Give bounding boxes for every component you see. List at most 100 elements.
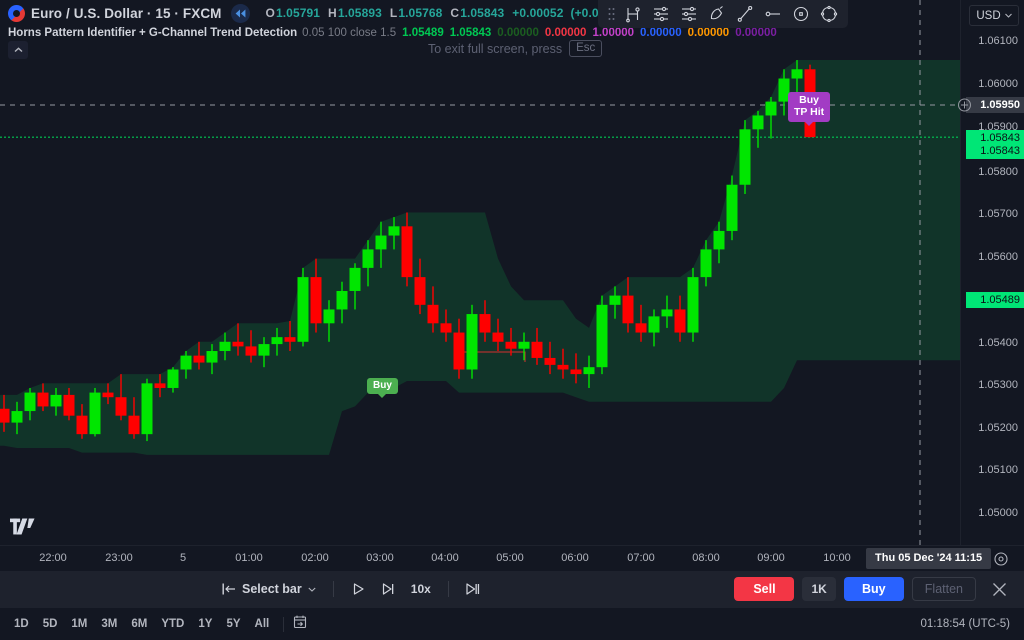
candlestick-plot <box>0 0 960 545</box>
rewind-icon[interactable] <box>230 3 250 23</box>
add-order-plus-icon[interactable] <box>958 98 971 112</box>
select-bar-icon <box>222 583 235 595</box>
sell-button[interactable]: Sell <box>734 577 795 601</box>
indicator-name[interactable]: Horns Pattern Identifier + G-Channel Tre… <box>8 27 297 39</box>
quantity-button[interactable]: 1K <box>802 577 836 601</box>
price-axis[interactable]: USD 1.06100 1.06000 1.05900 1.05800 1.05700 1… <box>958 0 1024 545</box>
indicator-value-7: 0.00000 <box>735 27 777 39</box>
jump-to-end-icon[interactable] <box>460 577 486 601</box>
floating-drawing-toolbar[interactable] <box>598 0 848 28</box>
bottom-status-bar: 1D 5D 1M 3M 6M YTD 1Y 5Y All 01:18:54 (UTC-5) <box>0 607 1024 640</box>
replay-speed-button[interactable]: 10x <box>405 579 437 599</box>
exit-fullscreen-hint: To exit full screen, press Esc <box>428 40 603 57</box>
ohlc-low-label: L <box>389 6 398 20</box>
date-range-selector: 1D 5D 1M 3M 6M YTD 1Y 5Y All <box>8 614 275 634</box>
replay-controls: Select bar 10x <box>216 577 486 601</box>
ohlc-change: +0.00052 <box>512 6 564 20</box>
range-button-1m[interactable]: 1M <box>65 614 93 634</box>
price-tick: 1.05000 <box>978 507 1018 519</box>
ohlc-open-label: O <box>265 6 275 20</box>
time-tick: 10:00 <box>823 552 851 564</box>
buy-signal-marker[interactable]: Buy <box>367 378 398 398</box>
measure-tool-icon[interactable] <box>620 1 646 27</box>
indicator-value-0: 1.05489 <box>402 27 444 39</box>
price-tick: 1.06000 <box>978 78 1018 90</box>
step-forward-icon[interactable] <box>375 577 401 601</box>
time-tick: 23:00 <box>105 552 133 564</box>
time-axis[interactable]: 22:00 23:00 5 01:00 02:00 03:00 04:00 05:00 06:0… <box>0 545 1024 571</box>
range-button-all[interactable]: All <box>249 614 276 634</box>
play-icon[interactable] <box>345 577 371 601</box>
ohlc-high-label: H <box>328 6 337 20</box>
price-tick: 1.05700 <box>978 208 1018 220</box>
drag-grip-icon[interactable] <box>604 1 618 27</box>
time-tick: 06:00 <box>561 552 589 564</box>
indicator-values: 1.05489 1.05843 0.00000 0.00000 1.00000 0.000… <box>396 27 777 39</box>
circle-target-icon[interactable] <box>788 1 814 27</box>
indicator-value-5: 0.00000 <box>640 27 682 39</box>
trend-line-icon[interactable] <box>732 1 758 27</box>
ohlc-close-label: C <box>450 6 460 20</box>
currency-label: USD <box>976 9 1001 22</box>
ohlc-high-value: 1.05893 <box>337 6 382 20</box>
settings-sliders-alt-icon[interactable] <box>676 1 702 27</box>
replay-divider <box>332 581 334 597</box>
currency-selector[interactable]: USD <box>969 5 1019 26</box>
price-tick: 1.06100 <box>978 35 1018 47</box>
range-button-ytd[interactable]: YTD <box>155 614 190 634</box>
flatten-button[interactable]: Flatten <box>911 577 976 601</box>
buy-signal-label: Buy <box>373 380 392 391</box>
range-button-6m[interactable]: 6M <box>125 614 153 634</box>
close-icon[interactable] <box>988 578 1010 600</box>
range-button-5d[interactable]: 5D <box>37 614 64 634</box>
indicator-value-4: 1.00000 <box>592 27 635 39</box>
select-bar-label: Select bar <box>242 582 302 596</box>
tp-hit-line1: Buy <box>799 94 819 106</box>
time-tick: 09:00 <box>757 552 785 564</box>
price-badge-current: 1.05843 <box>966 143 1024 159</box>
adjust-calendar-icon[interactable] <box>292 614 308 635</box>
price-tick: 1.05100 <box>978 464 1018 476</box>
replay-toolbar: Select bar 10x Sell 1K Buy Flatten <box>0 571 1024 607</box>
time-tick: 05:00 <box>496 552 524 564</box>
ohlc-close-value: 1.05843 <box>460 6 505 20</box>
price-tick: 1.05800 <box>978 166 1018 178</box>
polygon-shape-icon[interactable] <box>816 1 842 27</box>
chevron-down-icon <box>1004 13 1012 18</box>
tp-hit-line2: TP Hit <box>794 105 825 118</box>
chart-legend-symbol-row: Euro / U.S. Dollar · 15 · FXCM O1.05791 H… <box>8 3 621 23</box>
time-tick: 07:00 <box>627 552 655 564</box>
range-button-3m[interactable]: 3M <box>95 614 123 634</box>
ohlc-open-value: 1.05791 <box>275 6 321 20</box>
price-badge-current: 1.05489 <box>966 292 1024 308</box>
range-button-1d[interactable]: 1D <box>8 614 35 634</box>
chevron-down-icon <box>308 587 316 592</box>
select-bar-button[interactable]: Select bar <box>216 578 322 600</box>
indicator-args: 0.05 100 close 1.5 <box>302 27 397 39</box>
tradingview-logo <box>10 518 36 540</box>
tradingview-chart-app: Buy TP Hit Buy Euro / U.S. Dollar · 15 ·… <box>0 0 1024 640</box>
time-tick: 03:00 <box>366 552 394 564</box>
price-tick: 1.05600 <box>978 251 1018 263</box>
esc-key-badge: Esc <box>569 40 603 57</box>
range-button-5y[interactable]: 5Y <box>220 614 246 634</box>
replay-divider-2 <box>447 581 449 597</box>
collapse-legend-button[interactable] <box>8 41 28 59</box>
range-button-1y[interactable]: 1Y <box>192 614 218 634</box>
price-tick: 1.05200 <box>978 422 1018 434</box>
symbol-title[interactable]: Euro / U.S. Dollar · 15 · FXCM <box>31 6 222 21</box>
brush-tool-icon[interactable] <box>704 1 730 27</box>
crosshair-price-badge: 1.05950 <box>966 97 1024 113</box>
crosshair-time-badge: Thu 05 Dec '24 11:15 <box>866 548 992 569</box>
buy-button[interactable]: Buy <box>843 577 904 601</box>
time-tick: 01:00 <box>235 552 263 564</box>
time-tick: 22:00 <box>39 552 67 564</box>
settings-sliders-icon[interactable] <box>648 1 674 27</box>
horizontal-ray-icon[interactable] <box>760 1 786 27</box>
chart-settings-icon[interactable] <box>994 552 1008 571</box>
chart-canvas[interactable] <box>0 0 960 545</box>
trading-buttons: Sell 1K Buy Flatten <box>734 577 1010 601</box>
tp-hit-marker[interactable]: Buy TP Hit <box>788 92 831 126</box>
time-tick: 02:00 <box>301 552 329 564</box>
exit-fullscreen-text: To exit full screen, press <box>428 41 563 56</box>
